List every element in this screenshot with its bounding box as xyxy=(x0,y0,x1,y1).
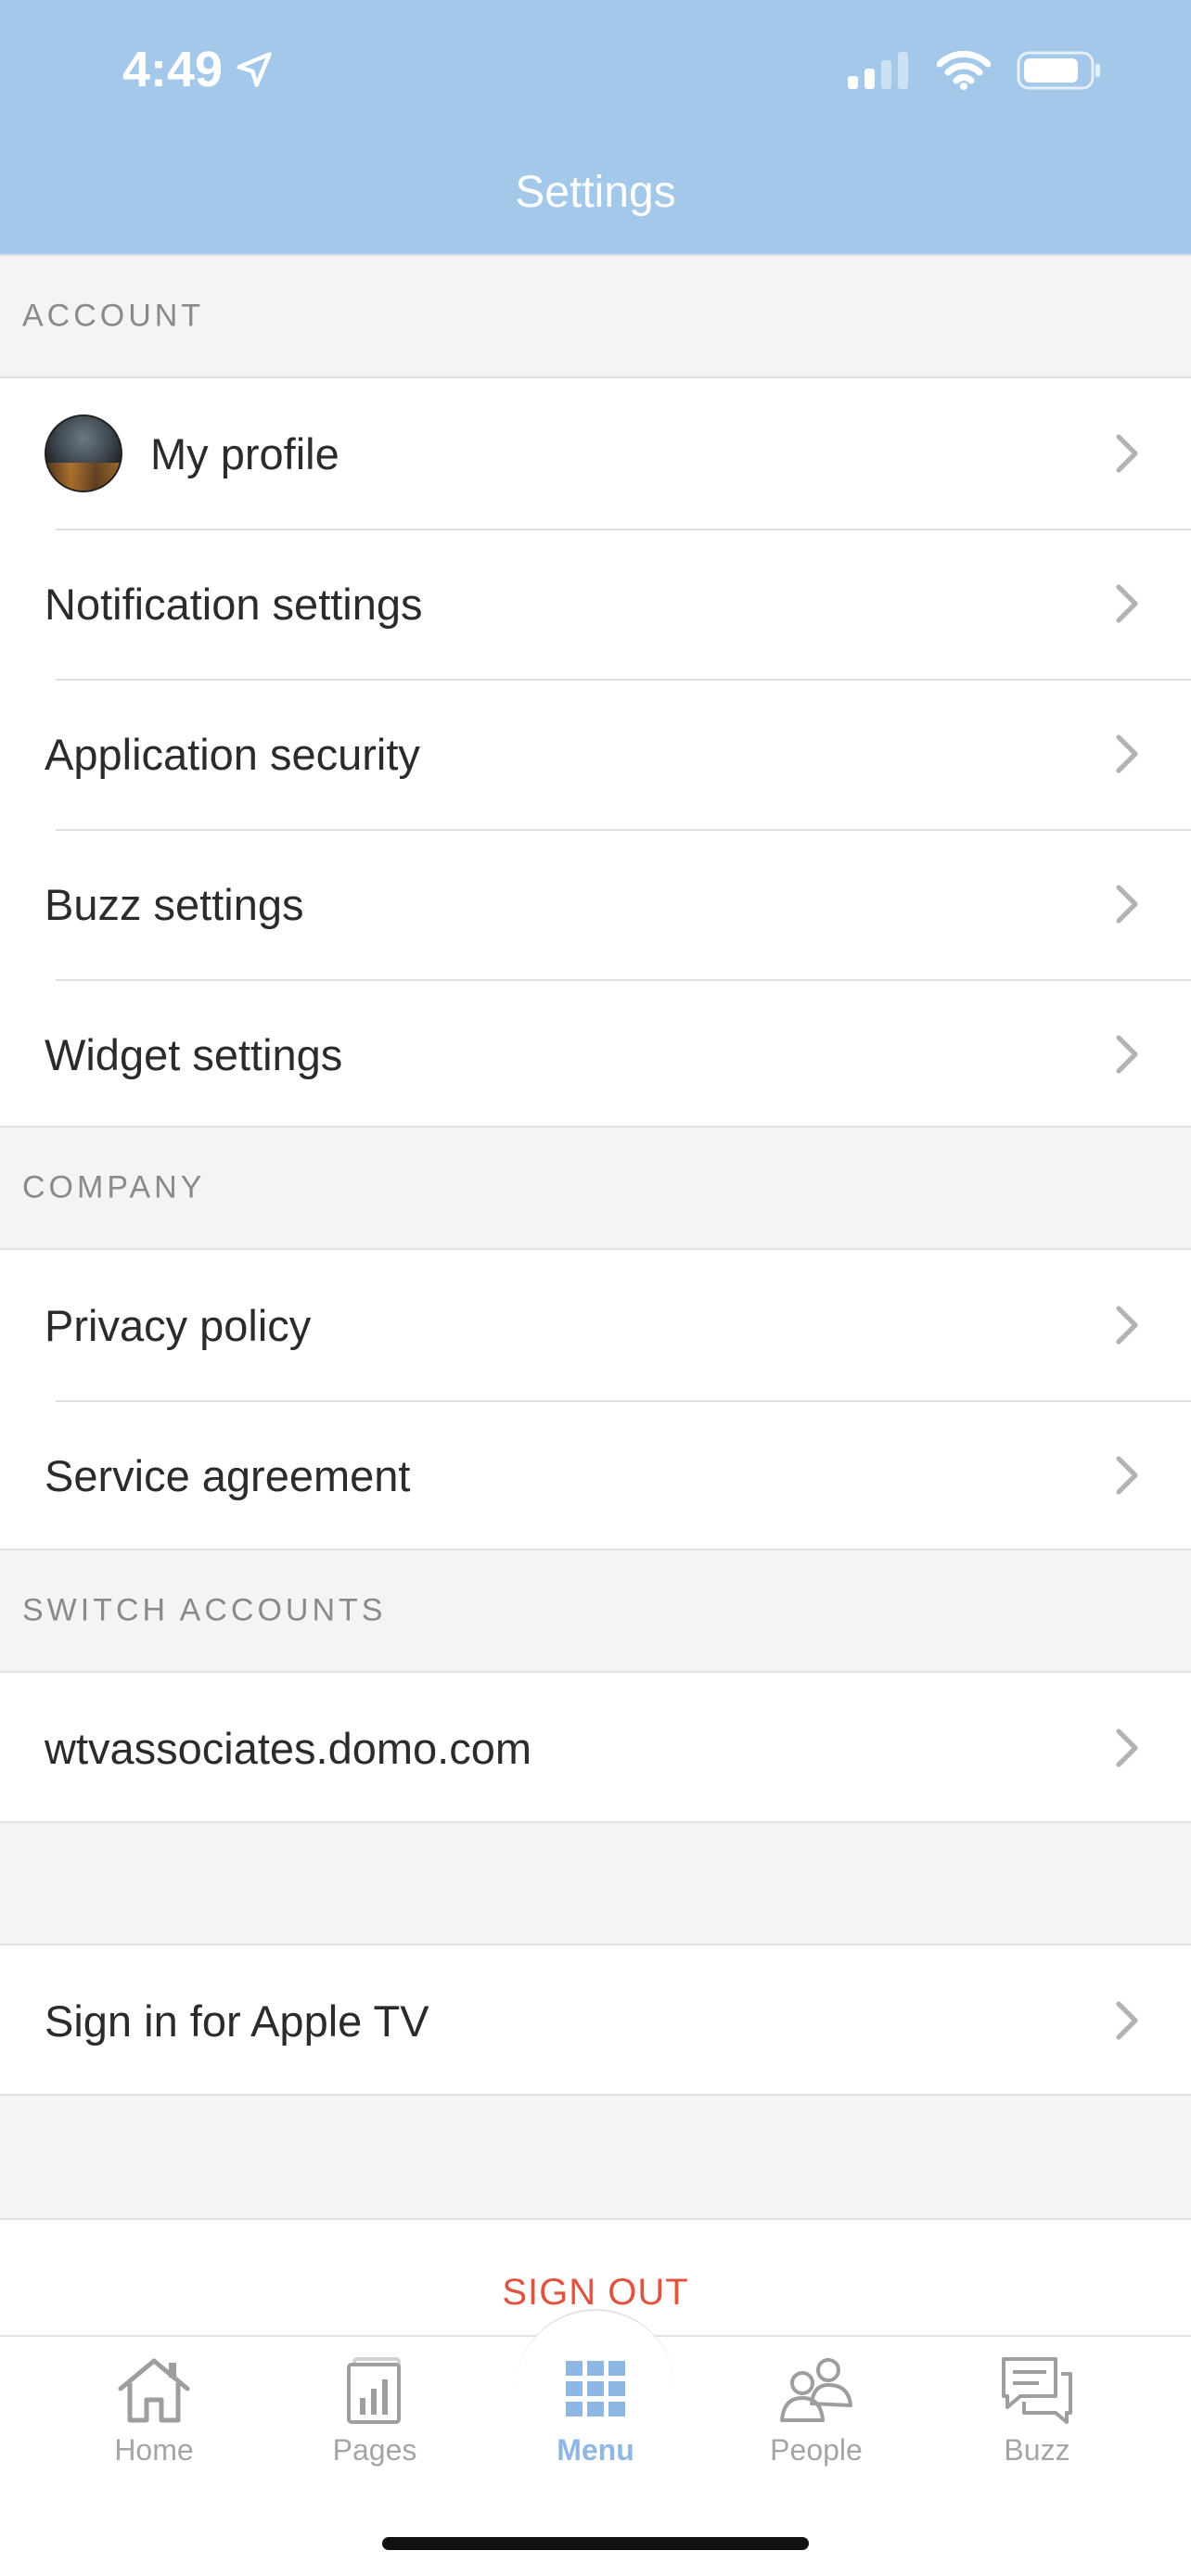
widget-settings-row[interactable]: Widget settings xyxy=(0,979,1191,1129)
home-icon xyxy=(118,2358,190,2423)
row-label: Notification settings xyxy=(45,579,423,629)
row-label: Buzz settings xyxy=(45,879,304,929)
section-header-company: COMPANY xyxy=(0,1126,1191,1250)
chevron-right-icon xyxy=(1116,1306,1138,1345)
chat-icon xyxy=(1002,2357,1072,2424)
row-label: Application security xyxy=(45,729,420,779)
section-title-company: COMPANY xyxy=(22,1169,206,1205)
tab-label-people: People xyxy=(770,2433,863,2467)
section-spacer xyxy=(0,1821,1191,1945)
chevron-right-icon xyxy=(1116,1456,1138,1495)
tab-people[interactable]: People xyxy=(724,2355,909,2468)
avatar xyxy=(45,414,122,492)
chevron-right-icon xyxy=(1116,584,1138,623)
row-label: wtvassociates.domo.com xyxy=(45,1723,532,1773)
row-label: Service agreement xyxy=(45,1450,411,1500)
settings-screen: 4:49 Settings ACCOUNT My profile Notific… xyxy=(0,0,1191,2576)
account-group: My profile Notification settings Applica… xyxy=(0,378,1191,1129)
chevron-right-icon xyxy=(1116,1728,1138,1767)
chevron-right-icon xyxy=(1116,885,1138,924)
pages-icon xyxy=(347,2357,401,2424)
section-title-switch-accounts: SWITCH ACCOUNTS xyxy=(22,1592,387,1628)
tab-label-menu: Menu xyxy=(557,2433,634,2467)
grid-icon xyxy=(566,2361,625,2417)
buzz-settings-row[interactable]: Buzz settings xyxy=(0,829,1191,979)
section-header-switch-accounts: SWITCH ACCOUNTS xyxy=(0,1549,1191,1673)
row-label: My profile xyxy=(150,428,339,478)
chevron-right-icon xyxy=(1116,1035,1138,1074)
service-agreement-row[interactable]: Service agreement xyxy=(0,1400,1191,1550)
chevron-right-icon xyxy=(1116,2001,1138,2040)
header-bar: 4:49 Settings xyxy=(0,0,1191,254)
chevron-right-icon xyxy=(1116,434,1138,473)
section-title-account: ACCOUNT xyxy=(22,298,205,334)
page-title: Settings xyxy=(515,168,676,217)
tab-home[interactable]: Home xyxy=(61,2355,247,2468)
people-icon xyxy=(780,2358,852,2422)
tab-pages[interactable]: Pages xyxy=(282,2355,467,2468)
tab-label-buzz: Buzz xyxy=(1004,2433,1070,2467)
row-label: Privacy policy xyxy=(45,1300,312,1350)
status-indicators xyxy=(848,45,1102,96)
company-group: Privacy policy Service agreement xyxy=(0,1250,1191,1550)
section-header-account: ACCOUNT xyxy=(0,254,1191,378)
chevron-right-icon xyxy=(1116,734,1138,773)
home-indicator xyxy=(382,2537,809,2550)
apple-tv-group: Sign in for Apple TV xyxy=(0,1945,1191,2096)
battery-icon xyxy=(1017,51,1100,90)
location-arrow-icon xyxy=(237,52,272,87)
sign-in-apple-tv-row[interactable]: Sign in for Apple TV xyxy=(0,1945,1191,2096)
account-domain-row[interactable]: wtvassociates.domo.com xyxy=(0,1673,1191,1823)
section-spacer xyxy=(0,2094,1191,2218)
row-label: Sign in for Apple TV xyxy=(45,1996,429,2046)
application-security-row[interactable]: Application security xyxy=(0,679,1191,829)
status-time-text: 4:49 xyxy=(122,42,224,97)
tab-menu[interactable]: Menu xyxy=(503,2355,688,2468)
privacy-policy-row[interactable]: Privacy policy xyxy=(0,1250,1191,1400)
my-profile-row[interactable]: My profile xyxy=(0,378,1191,529)
tab-buzz[interactable]: Buzz xyxy=(944,2355,1130,2468)
row-label: Widget settings xyxy=(45,1029,343,1079)
notification-settings-row[interactable]: Notification settings xyxy=(0,529,1191,679)
tab-label-home: Home xyxy=(114,2433,194,2467)
switch-accounts-group: wtvassociates.domo.com xyxy=(0,1673,1191,1823)
wifi-icon xyxy=(937,51,991,90)
cellular-signal-icon xyxy=(848,52,908,89)
tab-label-pages: Pages xyxy=(332,2433,417,2467)
status-time: 4:49 xyxy=(122,37,275,102)
sign-out-button[interactable]: SIGN OUT xyxy=(0,2272,1191,2314)
